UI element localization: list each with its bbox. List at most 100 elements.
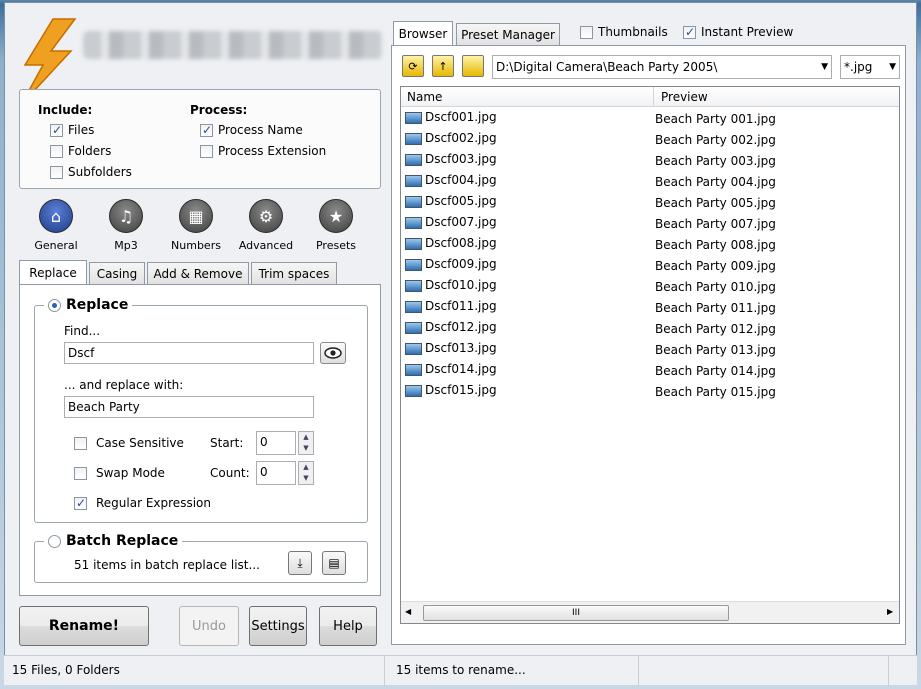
- calculator-icon: ▦: [188, 206, 204, 226]
- advanced-mode-button[interactable]: ⚙: [249, 199, 283, 233]
- table-row[interactable]: Dscf003.jpg Beach Party 003.jpg: [401, 149, 899, 170]
- scroll-thumb[interactable]: III: [423, 605, 729, 621]
- process-extension-checkbox[interactable]: Process Extension: [200, 143, 326, 159]
- include-label: Include:: [38, 103, 93, 117]
- count-input[interactable]: 0: [256, 461, 296, 485]
- image-file-icon: [405, 384, 422, 397]
- image-file-icon: [405, 258, 422, 271]
- process-label: Process:: [190, 103, 248, 117]
- include-folders-checkbox[interactable]: Folders: [50, 143, 111, 159]
- subtab-bar: Replace Casing Add & Remove Trim spaces: [19, 260, 381, 286]
- find-input[interactable]: Dscf: [64, 342, 314, 364]
- thumbnails-checkbox[interactable]: Thumbnails: [580, 24, 668, 40]
- tab-casing[interactable]: Casing: [89, 262, 145, 284]
- table-row[interactable]: Dscf010.jpg Beach Party 010.jpg: [401, 275, 899, 296]
- table-row[interactable]: Dscf004.jpg Beach Party 004.jpg: [401, 170, 899, 191]
- status-divider: [384, 656, 385, 686]
- start-spinner[interactable]: ▲ ▼: [298, 431, 314, 455]
- table-row[interactable]: Dscf007.jpg Beach Party 007.jpg: [401, 212, 899, 233]
- table-row[interactable]: Dscf013.jpg Beach Party 013.jpg: [401, 338, 899, 359]
- rename-button[interactable]: Rename!: [19, 606, 149, 646]
- table-row[interactable]: Dscf011.jpg Beach Party 011.jpg: [401, 296, 899, 317]
- file-list: Name Preview Dscf001.jpg Beach Party 001.…: [400, 86, 900, 624]
- table-row[interactable]: Dscf009.jpg Beach Party 009.jpg: [401, 254, 899, 275]
- music-note-icon: ♫: [118, 206, 134, 226]
- start-input[interactable]: 0: [256, 431, 296, 455]
- help-button[interactable]: Help: [319, 606, 377, 646]
- file-preview-cell: Beach Party 012.jpg: [655, 322, 776, 336]
- file-preview-cell: Beach Party 009.jpg: [655, 259, 776, 273]
- file-name-cell: Dscf011.jpg: [405, 298, 497, 314]
- horizontal-scrollbar[interactable]: ◀ III ▶: [401, 601, 899, 623]
- table-row[interactable]: Dscf005.jpg Beach Party 005.jpg: [401, 191, 899, 212]
- options-group: Include: Files Folders Subfolders Proces…: [19, 89, 381, 189]
- batch-edit-button[interactable]: ▤: [322, 551, 346, 575]
- up-folder-button[interactable]: ↑: [432, 55, 454, 77]
- regex-checkbox[interactable]: Regular Expression: [74, 495, 211, 511]
- replace-with-input[interactable]: Beach Party: [64, 396, 314, 418]
- table-row[interactable]: Dscf014.jpg Beach Party 014.jpg: [401, 359, 899, 380]
- refresh-icon: ⟳: [408, 59, 418, 73]
- undo-button[interactable]: Undo: [179, 606, 239, 646]
- scroll-right-icon: ▶: [887, 607, 894, 616]
- image-file-icon: [405, 195, 422, 208]
- column-preview[interactable]: Preview: [655, 87, 899, 107]
- tab-replace[interactable]: Replace: [19, 260, 87, 284]
- case-sensitive-checkbox[interactable]: Case Sensitive: [74, 435, 184, 451]
- instant-preview-checkbox[interactable]: Instant Preview: [683, 24, 793, 40]
- file-name-cell: Dscf007.jpg: [405, 214, 497, 230]
- start-label: Start:: [210, 436, 244, 450]
- batch-import-button[interactable]: ⤓: [288, 551, 312, 575]
- find-label: Find...: [64, 324, 101, 338]
- general-mode-button[interactable]: ⌂: [39, 199, 73, 233]
- file-name-cell: Dscf005.jpg: [405, 193, 497, 209]
- replace-radio[interactable]: Replace: [44, 297, 133, 313]
- eye-icon: [324, 347, 342, 359]
- tab-browser[interactable]: Browser: [393, 21, 453, 45]
- table-row[interactable]: Dscf012.jpg Beach Party 012.jpg: [401, 317, 899, 338]
- tab-add-remove[interactable]: Add & Remove: [147, 262, 249, 284]
- image-file-icon: [405, 321, 422, 334]
- file-name-cell: Dscf009.jpg: [405, 256, 497, 272]
- filter-value: *.jpg: [844, 60, 873, 74]
- file-preview-cell: Beach Party 002.jpg: [655, 133, 776, 147]
- batch-replace-radio[interactable]: Batch Replace: [44, 533, 183, 549]
- table-row[interactable]: Dscf015.jpg Beach Party 015.jpg: [401, 380, 899, 401]
- refresh-button[interactable]: ⟳: [402, 55, 424, 77]
- browse-folder-button[interactable]: [462, 55, 484, 77]
- numbers-mode-button[interactable]: ▦: [179, 199, 213, 233]
- table-row[interactable]: Dscf002.jpg Beach Party 002.jpg: [401, 128, 899, 149]
- filter-combobox[interactable]: *.jpg ▼: [840, 55, 900, 79]
- tab-preset-manager[interactable]: Preset Manager: [456, 23, 560, 45]
- file-preview-cell: Beach Party 014.jpg: [655, 364, 776, 378]
- mp3-mode-button[interactable]: ♫: [109, 199, 143, 233]
- table-row[interactable]: Dscf008.jpg Beach Party 008.jpg: [401, 233, 899, 254]
- image-file-icon: [405, 300, 422, 313]
- main-window: Include: Files Folders Subfolders Proces…: [4, 2, 917, 685]
- include-files-checkbox[interactable]: Files: [50, 122, 94, 138]
- include-subfolders-checkbox[interactable]: Subfolders: [50, 164, 132, 180]
- preview-eye-button[interactable]: [320, 342, 346, 364]
- table-row[interactable]: Dscf001.jpg Beach Party 001.jpg: [401, 107, 899, 128]
- count-spinner[interactable]: ▲ ▼: [298, 461, 314, 485]
- star-icon: ★: [328, 206, 344, 226]
- spin-up-icon: ▲: [303, 433, 309, 441]
- file-preview-cell: Beach Party 007.jpg: [655, 217, 776, 231]
- image-file-icon: [405, 111, 422, 124]
- status-divider: [638, 656, 639, 686]
- spin-down-icon: ▼: [303, 444, 309, 452]
- path-combobox[interactable]: D:\Digital Camera\Beach Party 2005\ ▼: [492, 55, 832, 79]
- list-header: Name Preview: [401, 87, 899, 107]
- presets-mode-button[interactable]: ★: [319, 199, 353, 233]
- mp3-mode-label: Mp3: [114, 239, 138, 252]
- process-name-checkbox[interactable]: Process Name: [200, 122, 303, 138]
- column-name[interactable]: Name: [401, 87, 654, 107]
- tab-trim-spaces[interactable]: Trim spaces: [251, 262, 337, 284]
- spin-down-icon: ▼: [303, 474, 309, 482]
- settings-button[interactable]: Settings: [249, 606, 307, 646]
- replace-panel: Replace Find... Dscf ... and replace wit…: [19, 284, 381, 596]
- swap-mode-checkbox[interactable]: Swap Mode: [74, 465, 165, 481]
- file-preview-cell: Beach Party 005.jpg: [655, 196, 776, 210]
- image-file-icon: [405, 279, 422, 292]
- batch-info: 51 items in batch replace list...: [74, 558, 260, 572]
